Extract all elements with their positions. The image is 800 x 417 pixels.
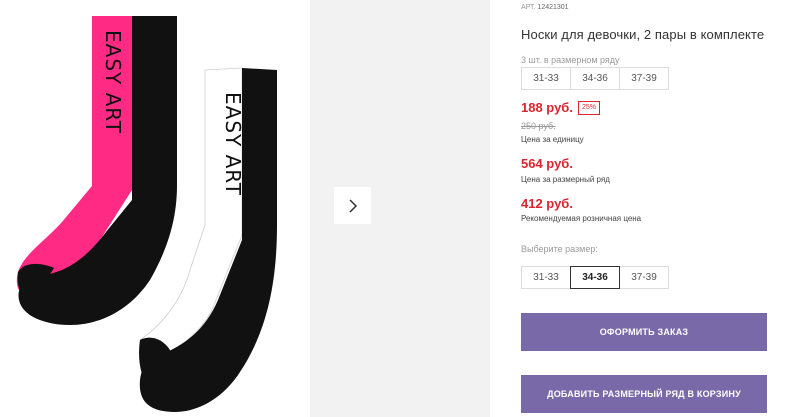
sock-pink-black: EASY ART (16, 16, 178, 325)
sock1-print-text: EASY ART (101, 30, 125, 134)
size-option[interactable]: 31-33 (521, 266, 571, 289)
svg-text:EASY ART: EASY ART (221, 92, 245, 196)
article-value: 12421301 (537, 4, 569, 11)
size-pack-option[interactable]: 31-33 (521, 67, 571, 90)
product-title: Носки для девочки, 2 пары в комплекте (521, 27, 765, 42)
retail-price-caption: Рекомендуемая розничная цена (521, 214, 642, 223)
pack-price: 564 руб. (521, 156, 573, 171)
order-button[interactable]: ОФОРМИТЬ ЗАКАЗ (521, 313, 767, 351)
gallery-next-button[interactable] (334, 187, 371, 224)
chevron-right-icon (348, 198, 357, 213)
discount-badge: 25% (578, 101, 601, 115)
size-pack-row: 31-33 34-36 37-39 (521, 67, 669, 90)
unit-price-caption: Цена за единицу (521, 135, 584, 144)
size-option[interactable]: 37-39 (619, 266, 669, 289)
size-pack-option[interactable]: 37-39 (619, 67, 669, 90)
old-price: 250 руб. (521, 121, 556, 131)
socks-illustration: EASY ART EASY ART (16, 16, 277, 412)
pack-price-caption: Цена за размерный ряд (521, 175, 610, 184)
article-number: АРТ. 12421301 (521, 4, 569, 11)
size-pack-option[interactable]: 34-36 (570, 67, 620, 90)
add-pack-to-cart-button[interactable]: ДОБАВИТЬ РАЗМЕРНЫЙ РЯД В КОРЗИНУ (521, 375, 767, 413)
retail-price: 412 руб. (521, 196, 573, 211)
product-image: EASY ART EASY ART (0, 0, 305, 417)
unit-price: 188 руб. (521, 100, 573, 115)
size-option-selected[interactable]: 34-36 (570, 266, 620, 289)
article-label: АРТ. (521, 4, 536, 11)
size-select-row: 31-33 34-36 37-39 (521, 266, 669, 289)
size-pack-label: 3 шт. в размерном ряду (521, 55, 620, 65)
gallery-next-image-pane (310, 0, 490, 417)
choose-size-label: Выберите размер: (521, 244, 598, 254)
